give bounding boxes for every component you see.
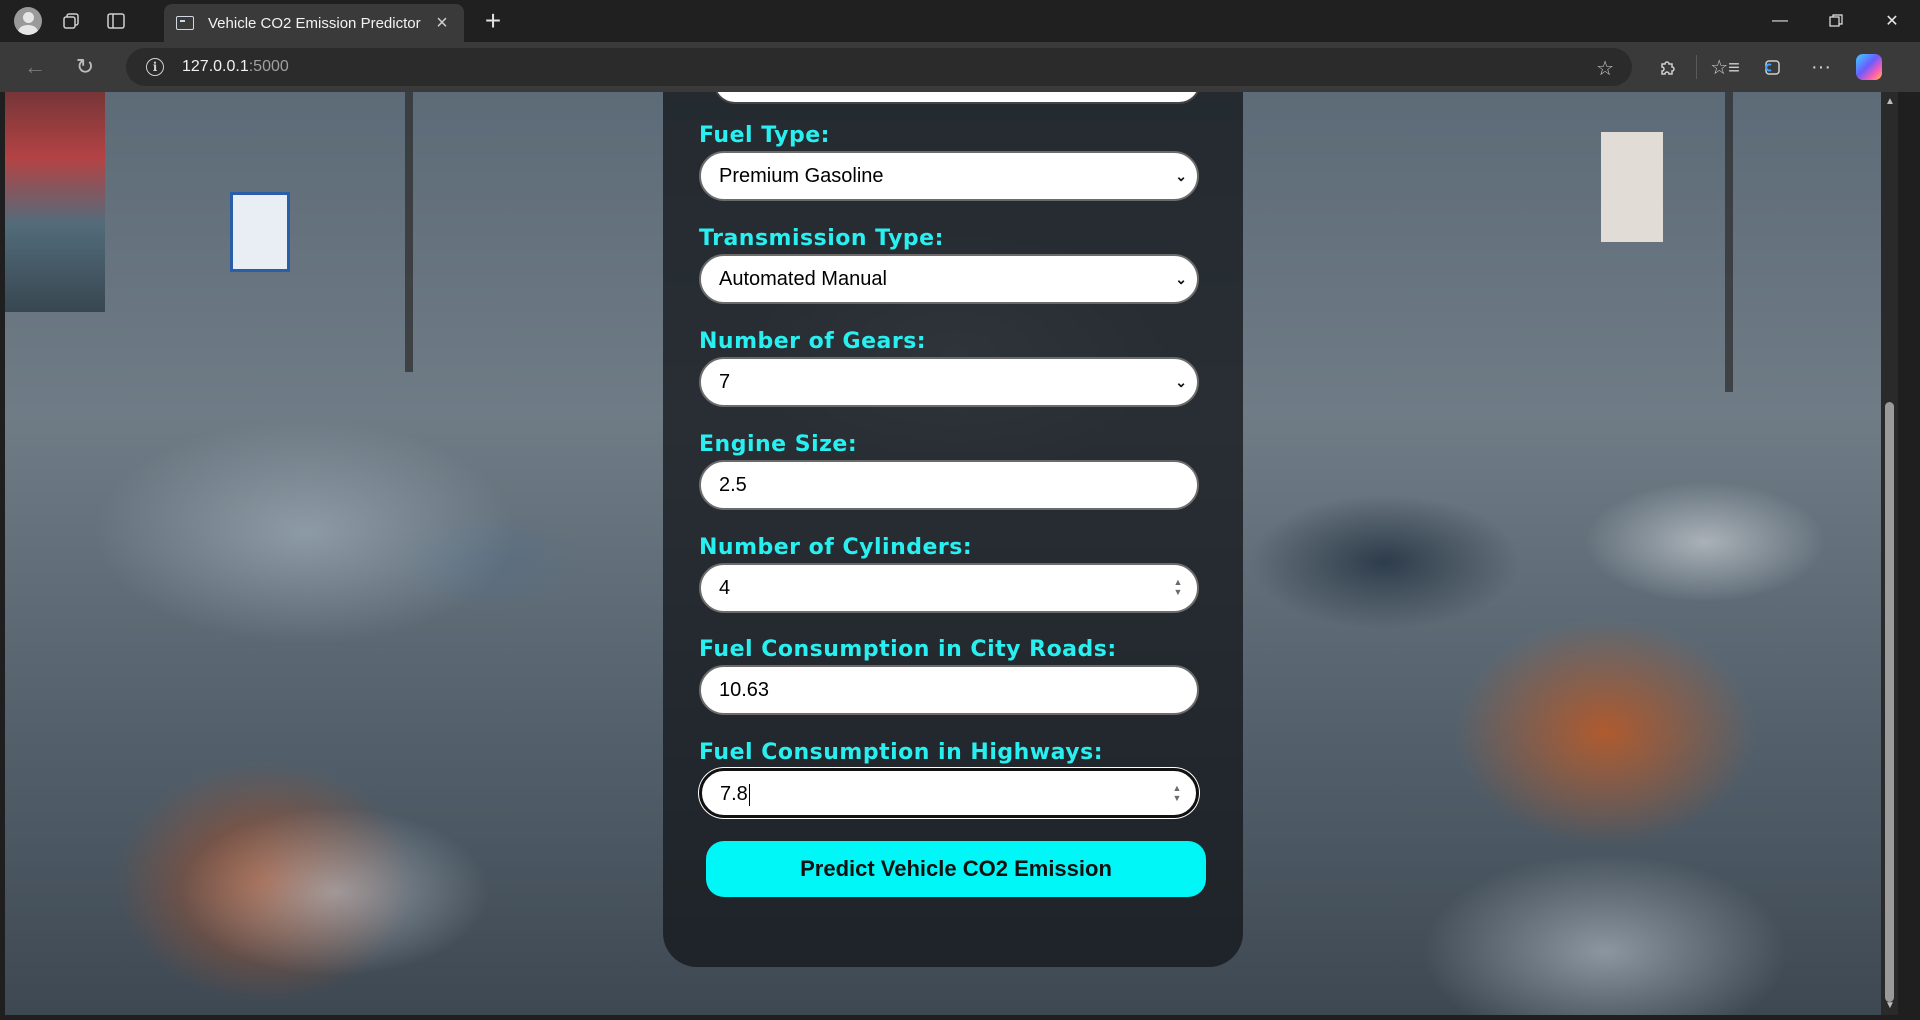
new-tab-button[interactable]: + [476, 4, 510, 38]
tab-active[interactable]: Vehicle CO2 Emission Predictor × [164, 4, 464, 42]
engine-size-input[interactable]: 2.5 [699, 460, 1199, 510]
url-host: 127.0.0.1 [182, 58, 249, 75]
close-tab-icon[interactable]: × [430, 12, 454, 35]
background-tree [1725, 92, 1733, 392]
background-storefront [5, 92, 105, 312]
transmission-type-select[interactable]: Automated Manual ⌄ [699, 254, 1199, 304]
star-icon[interactable]: ☆ [1596, 56, 1614, 81]
window-controls: — ✕ [1752, 0, 1920, 42]
transmission-type-value: Automated Manual [719, 268, 887, 290]
transmission-type-field: Transmission Type: Automated Manual ⌄ [699, 224, 1199, 304]
cylinders-label: Number of Cylinders: [699, 535, 973, 560]
transmission-type-label: Transmission Type: [699, 226, 944, 251]
page-scrollbar[interactable]: ▲ ▼ [1881, 92, 1898, 1015]
gears-value: 7 [719, 371, 731, 393]
workspaces-icon[interactable] [50, 0, 94, 42]
background-street-sign [230, 192, 290, 272]
fuel-type-select[interactable]: Premium Gasoline ⌄ [699, 151, 1199, 201]
scroll-up-icon[interactable]: ▲ [1885, 96, 1895, 107]
favorites-icon[interactable]: ☆≡ [1701, 42, 1749, 92]
predict-button[interactable]: Predict Vehicle CO2 Emission [706, 841, 1206, 897]
fuel-highway-value: 7.8 [720, 783, 748, 805]
number-spinner-icon[interactable]: ▲ ▼ [1172, 783, 1182, 805]
fuel-city-input[interactable]: 10.63 [699, 665, 1199, 715]
number-spinner-icon[interactable]: ▲ ▼ [1173, 577, 1183, 599]
cylinders-input[interactable]: 4 ▲ ▼ [699, 563, 1199, 613]
toolbar-divider [1696, 55, 1697, 79]
background-tree [405, 92, 413, 372]
text-caret [748, 783, 751, 806]
browser-titlebar: Vehicle CO2 Emission Predictor × + — ✕ [0, 0, 1920, 42]
fuel-city-value: 10.63 [719, 679, 770, 701]
toolbar-actions: ☆≡ ··· [1644, 42, 1893, 92]
chevron-down-icon: ⌄ [1175, 374, 1187, 390]
chevron-down-icon: ⌄ [1175, 168, 1187, 184]
close-window-button[interactable]: ✕ [1864, 0, 1920, 42]
gears-label: Number of Gears: [699, 329, 927, 354]
fuel-highway-label: Fuel Consumption in Highways: [699, 740, 1104, 765]
gears-select[interactable]: 7 ⌄ [699, 357, 1199, 407]
back-arrow-icon[interactable]: ← [10, 42, 60, 92]
vertical-tabs-icon[interactable] [94, 0, 138, 42]
collections-icon[interactable] [1749, 42, 1797, 92]
refresh-icon[interactable]: ↻ [60, 42, 110, 92]
browser-toolbar: ← ↻ i 127.0.0.1:5000 ☆ ☆≡ ··· [0, 42, 1920, 92]
page-viewport: Fuel Type: Premium Gasoline ⌄ Transmissi… [5, 92, 1898, 1015]
background-shop-sign [1601, 132, 1663, 242]
fuel-city-label: Fuel Consumption in City Roads: [699, 637, 1117, 662]
engine-size-value: 2.5 [719, 474, 747, 496]
more-icon[interactable]: ··· [1797, 42, 1845, 92]
restore-button[interactable] [1808, 0, 1864, 42]
fuel-city-field: Fuel Consumption in City Roads: 10.63 [699, 635, 1199, 715]
url-port: :5000 [248, 58, 289, 75]
info-icon[interactable]: i [146, 58, 164, 76]
gears-field: Number of Gears: 7 ⌄ [699, 327, 1199, 407]
tab-title: Vehicle CO2 Emission Predictor [208, 14, 421, 32]
scroll-down-icon[interactable]: ▼ [1885, 1000, 1895, 1011]
fuel-highway-input[interactable]: 7.8 ▲ ▼ [699, 768, 1199, 818]
copilot-icon[interactable] [1845, 42, 1893, 92]
avatar-icon[interactable] [14, 7, 42, 35]
puzzle-icon[interactable] [1644, 42, 1692, 92]
page-favicon-icon [176, 16, 194, 30]
engine-size-label: Engine Size: [699, 432, 858, 457]
cylinders-field: Number of Cylinders: 4 ▲ ▼ [699, 533, 1199, 613]
cylinders-value: 4 [719, 577, 731, 599]
scrollbar-thumb[interactable] [1885, 402, 1894, 1002]
address-bar[interactable]: i 127.0.0.1:5000 ☆ [126, 48, 1632, 86]
chevron-down-icon: ⌄ [1175, 271, 1187, 287]
engine-size-field: Engine Size: 2.5 [699, 430, 1199, 510]
fuel-highway-field: Fuel Consumption in Highways: 7.8 ▲ ▼ [699, 738, 1199, 818]
fuel-type-value: Premium Gasoline [719, 165, 884, 187]
minimize-button[interactable]: — [1752, 0, 1808, 42]
scrolled-offscreen-input[interactable] [713, 92, 1201, 104]
fuel-type-field: Fuel Type: Premium Gasoline ⌄ [699, 121, 1199, 201]
fuel-type-label: Fuel Type: [699, 123, 830, 148]
